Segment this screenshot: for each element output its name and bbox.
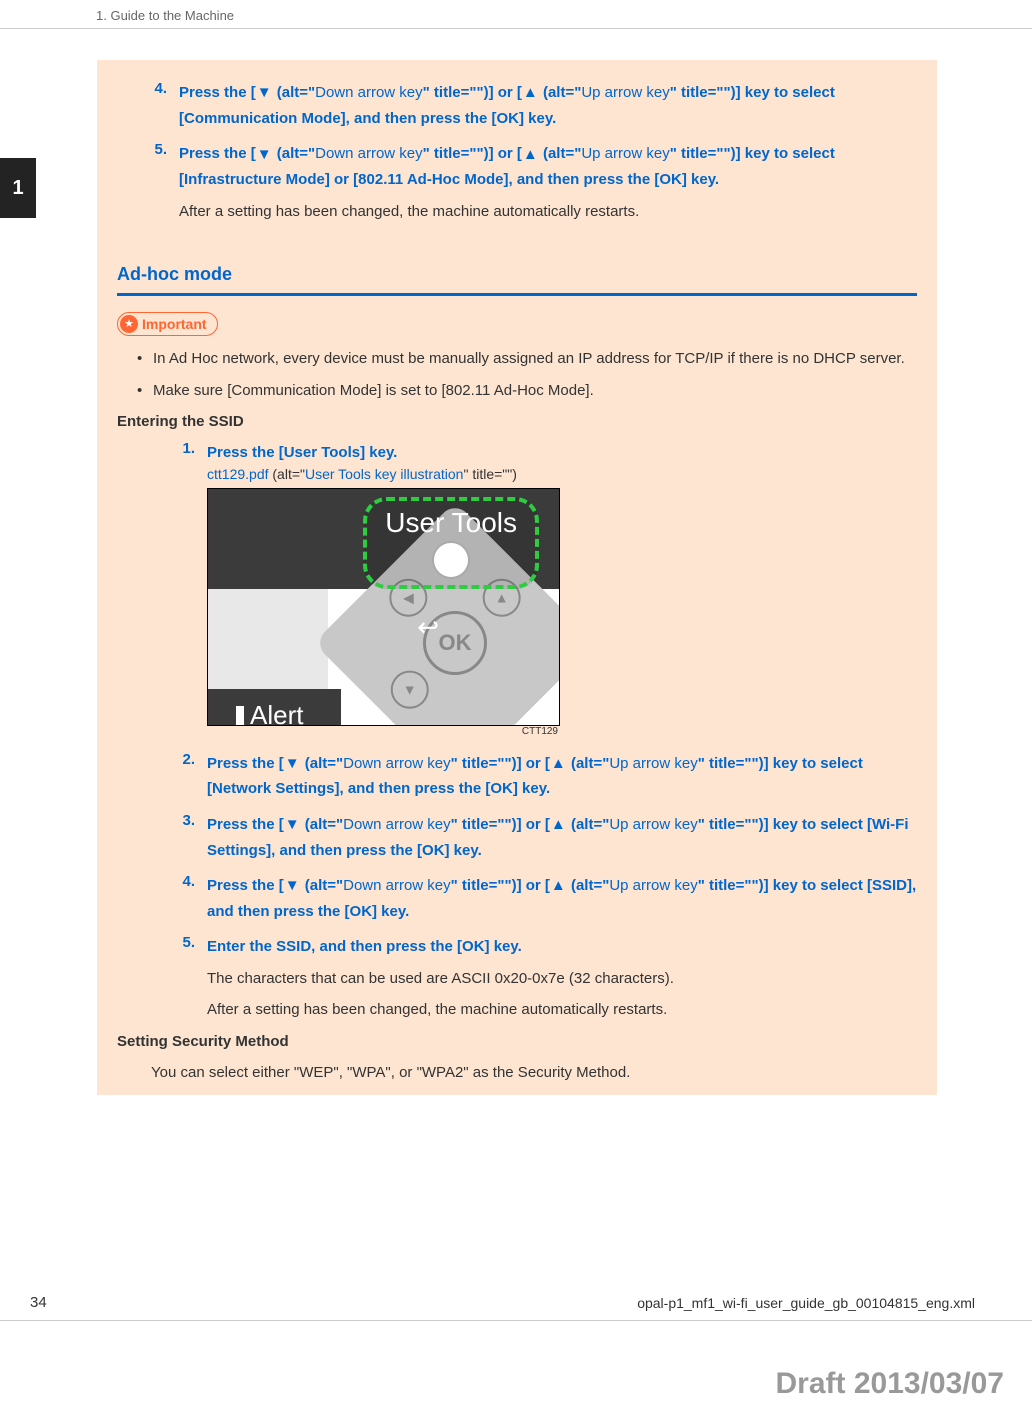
step-text: Press the [▼ (alt="Down arrow key" title…: [179, 141, 917, 192]
footer-filename: opal-p1_mf1_wi-fi_user_guide_gb_00104815…: [637, 1295, 975, 1311]
alt-text-link[interactable]: Up arrow key: [609, 877, 697, 894]
alt-text-link[interactable]: Down arrow key: [315, 84, 423, 101]
down-arrow-icon: ▼: [391, 670, 429, 708]
alert-label: Alert: [236, 700, 303, 726]
user-tools-highlight: User Tools: [363, 497, 539, 589]
step-number: 4.: [165, 873, 207, 924]
alt-text-link[interactable]: Up arrow key: [609, 755, 697, 772]
up-arrow-icon: ▲: [551, 751, 566, 777]
alt-text-link[interactable]: Down arrow key: [343, 755, 451, 772]
alt-text-link[interactable]: Down arrow key: [315, 145, 423, 162]
step-number: 1.: [165, 440, 207, 741]
alt-text-link[interactable]: Down arrow key: [343, 816, 451, 833]
step-note: After a setting has been changed, the ma…: [207, 997, 917, 1023]
step-text: Press the [▼ (alt="Down arrow key" title…: [207, 812, 917, 863]
up-arrow-icon: ▲: [551, 873, 566, 899]
security-text: You can select either "WEP", "WPA", or "…: [117, 1060, 917, 1086]
step-number: 3.: [165, 812, 207, 863]
user-tools-figure: OK ▲ ◀ ▼ ↩ User Tools Alert: [207, 488, 917, 737]
draft-stamp: Draft 2013/03/07: [776, 1367, 1005, 1401]
step-note: The characters that can be used are ASCI…: [207, 966, 917, 992]
important-badge: Important: [117, 312, 218, 336]
step-text: Enter the SSID, and then press the [OK] …: [207, 934, 917, 960]
user-tools-button-icon: [432, 541, 470, 579]
step-text: Press the [▼ (alt="Down arrow key" title…: [207, 751, 917, 802]
step-number: 4.: [137, 80, 179, 131]
down-arrow-icon: ▼: [285, 873, 300, 899]
step-number: 5.: [165, 934, 207, 1023]
subhead-security: Setting Security Method: [117, 1033, 917, 1050]
step-note: After a setting has been changed, the ma…: [179, 199, 917, 225]
alt-text-link[interactable]: Up arrow key: [609, 816, 697, 833]
header-breadcrumb: 1. Guide to the Machine: [96, 8, 234, 23]
step-text: Press the [User Tools] key.: [207, 440, 917, 466]
step-text: Press the [▼ (alt="Down arrow key" title…: [179, 80, 917, 131]
subhead-entering-ssid: Entering the SSID: [117, 413, 917, 430]
down-arrow-icon: ▼: [285, 751, 300, 777]
section-title-adhoc: Ad-hoc mode: [117, 264, 917, 296]
important-bullet: In Ad Hoc network, every device must be …: [131, 346, 917, 372]
alt-text-link[interactable]: Up arrow key: [581, 84, 669, 101]
illustration-link[interactable]: ctt129.pdf (alt="User Tools key illustra…: [207, 466, 917, 482]
chapter-tab: 1: [0, 158, 36, 218]
important-bullet: Make sure [Communication Mode] is set to…: [131, 378, 917, 404]
figure-caption: CTT129: [207, 726, 558, 737]
step-number: 2.: [165, 751, 207, 802]
footer-divider: [0, 1320, 1032, 1321]
step-number: 5.: [137, 141, 179, 224]
down-arrow-icon: ▼: [257, 142, 272, 168]
alt-text-link[interactable]: Up arrow key: [581, 145, 669, 162]
up-arrow-icon: ▲: [551, 812, 566, 838]
up-arrow-icon: ▲: [523, 142, 538, 168]
star-icon: [120, 315, 138, 333]
page-number: 34: [30, 1294, 47, 1311]
back-icon: ↩: [417, 612, 439, 643]
alt-text-link[interactable]: Down arrow key: [343, 877, 451, 894]
alert-icon: [236, 706, 244, 726]
content-body: 4.Press the [▼ (alt="Down arrow key" tit…: [97, 60, 937, 1095]
up-arrow-icon: ▲: [523, 80, 538, 106]
important-label: Important: [142, 316, 207, 332]
down-arrow-icon: ▼: [285, 812, 300, 838]
step-text: Press the [▼ (alt="Down arrow key" title…: [207, 873, 917, 924]
down-arrow-icon: ▼: [257, 80, 272, 106]
header-divider: [0, 28, 1032, 29]
